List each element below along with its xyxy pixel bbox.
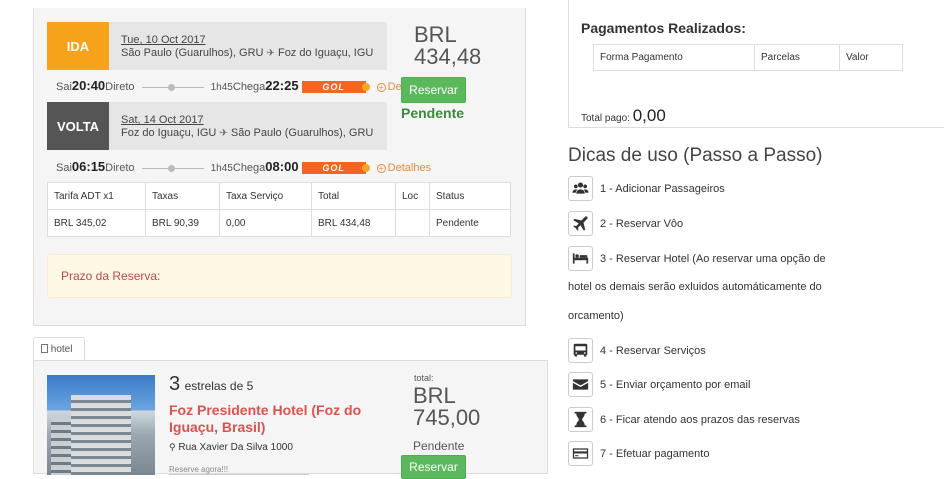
hotel-reserve-button[interactable]: Reservar xyxy=(401,455,466,479)
hotel-price-value: 745,00 xyxy=(413,405,481,430)
tab-hotel[interactable]: hotel xyxy=(33,337,85,361)
envelope-icon xyxy=(568,372,593,397)
gol-logo: GOL xyxy=(301,162,370,175)
tip-3-cont-2: orcamento) xyxy=(568,310,624,322)
col-status: Status xyxy=(429,182,511,210)
fare-table-header: Tarifa ADT x1 Taxas Taxa Serviço Total L… xyxy=(47,182,511,210)
outbound-to: Foz do Iguaçu, IGU xyxy=(277,47,374,59)
cell-tarifa: BRL 345,02 xyxy=(47,209,146,237)
stars-text: estrelas de 5 xyxy=(184,379,254,393)
hotel-name[interactable]: Foz Presidente Hotel (Foz do Iguaçu, Bra… xyxy=(169,402,374,436)
depart-time: 06:15 xyxy=(71,159,106,174)
plane-icon xyxy=(568,211,593,236)
duration: 1h45 xyxy=(210,163,233,174)
col-total: Total xyxy=(311,182,396,210)
bed-icon xyxy=(568,246,593,271)
outbound-times: Sai20:40Direto 1h45Chega22:25 GOL +Detal… xyxy=(56,78,431,94)
table-row: BRL 345,02 BRL 90,39 0,00 BRL 434,48 Pen… xyxy=(47,209,511,237)
tip-3-cont-1: hotel os demais serão exluidos automátic… xyxy=(568,281,822,293)
tips-title: Dicas de uso (Passo a Passo) xyxy=(568,145,823,166)
hotel-photo[interactable] xyxy=(47,375,155,475)
payments-total: Total pago: 0,00 xyxy=(581,106,666,126)
cell-taxas: BRL 90,39 xyxy=(145,209,220,237)
inbound-route: Foz do Iguaçu, IGU ✈ São Paulo (Guarulho… xyxy=(121,127,373,139)
bus-icon xyxy=(568,338,593,363)
prazo-alert: Prazo da Reserva: xyxy=(47,254,512,298)
flight-price-value: 434,48 xyxy=(414,44,482,69)
plane-arrow-icon: ✈ xyxy=(219,128,228,139)
col-loc: Loc xyxy=(395,182,430,210)
flight-reserve-button[interactable]: Reservar xyxy=(401,77,466,103)
users-icon xyxy=(568,176,593,201)
plus-circle-icon: + xyxy=(376,82,386,92)
outbound-from: São Paulo (Guarulhos), GRU xyxy=(121,47,264,59)
flight-type: Direto xyxy=(105,81,135,93)
fare-table: Tarifa ADT x1 Taxas Taxa Serviço Total L… xyxy=(47,182,511,237)
outbound-route: São Paulo (Guarulhos), GRU ✈ Foz do Igua… xyxy=(121,47,373,59)
plane-arrow-icon: ✈ xyxy=(266,48,275,59)
inbound-details-link[interactable]: + Detalhes xyxy=(376,162,431,174)
flight-type: Direto xyxy=(105,162,135,174)
document-icon xyxy=(41,344,48,353)
tip-4: 4 - Reservar Serviços xyxy=(600,345,706,357)
flight-status: Pendente xyxy=(401,105,465,121)
tip-2: 2 - Reservar Vôo xyxy=(600,218,684,230)
map-marker-icon: ⚲ xyxy=(169,442,176,452)
timeline-icon xyxy=(141,164,204,173)
outbound-tag: IDA xyxy=(47,22,109,70)
arrive-time: 08:00 xyxy=(265,159,299,174)
total-pago-value: 0,00 xyxy=(632,106,666,125)
gol-logo: GOL xyxy=(301,81,370,94)
inbound-leg: VOLTA Sat, 14 Oct 2017 Foz do Iguaçu, IG… xyxy=(47,102,387,150)
flight-panel: IDA Tue, 10 Oct 2017 São Paulo (Guarulho… xyxy=(33,8,526,326)
tip-5: 5 - Enviar orçamento por email xyxy=(600,379,751,391)
arrive-label: Chega xyxy=(232,162,266,174)
inbound-date[interactable]: Sat, 14 Oct 2017 xyxy=(121,114,204,126)
tip-1: 1 - Adicionar Passageiros xyxy=(600,183,725,195)
arrive-label: Chega xyxy=(232,81,266,93)
hourglass-icon xyxy=(568,407,593,432)
inbound-times: Sai06:15Direto 1h45Chega08:00 GOL + Detal… xyxy=(56,159,431,175)
tip-6: 6 - Ficar atendo aos prazos das reservas xyxy=(600,414,800,426)
hotel-total-label: total: xyxy=(414,373,434,383)
col-taxa-servico: Taxa Serviço xyxy=(219,182,312,210)
cell-total: BRL 434,48 xyxy=(311,209,396,237)
stars-count: 3 xyxy=(169,373,181,395)
cell-status: Pendente xyxy=(429,209,511,237)
col-tarifa: Tarifa ADT x1 xyxy=(47,182,146,210)
payments-title: Pagamentos Realizados: xyxy=(581,20,746,36)
cell-taxa-servico: 0,00 xyxy=(219,209,312,237)
timeline-icon xyxy=(141,83,204,92)
credit-card-icon xyxy=(568,441,593,466)
col-forma-pagamento: Forma Pagamento xyxy=(593,44,755,71)
total-pago-label: Total pago: xyxy=(581,113,630,124)
inbound-tag: VOLTA xyxy=(47,102,109,150)
depart-time: 20:40 xyxy=(71,78,106,93)
plus-circle-icon: + xyxy=(376,163,386,173)
tip-3: 3 - Reservar Hotel (Ao reservar uma opçã… xyxy=(600,253,826,265)
payments-table-header: Forma Pagamento Parcelas Valor xyxy=(593,44,903,71)
col-taxas: Taxas xyxy=(145,182,220,210)
tip-7: 7 - Efetuar pagamento xyxy=(600,448,710,460)
depart-label: Sai xyxy=(56,162,72,174)
col-valor: Valor xyxy=(839,44,903,71)
tab-hotel-label: hotel xyxy=(50,344,73,355)
arrive-time: 22:25 xyxy=(265,78,299,93)
hotel-panel: 3 estrelas de 5 Foz Presidente Hotel (Fo… xyxy=(33,360,548,479)
depart-label: Sai xyxy=(56,81,72,93)
hotel-stars: 3 estrelas de 5 xyxy=(169,373,253,396)
duration: 1h45 xyxy=(210,82,233,93)
cell-loc xyxy=(395,209,430,237)
payments-table: Forma Pagamento Parcelas Valor xyxy=(593,44,903,71)
hotel-status: Pendente xyxy=(413,439,465,453)
inbound-from: Foz do Iguaçu, IGU xyxy=(121,127,217,139)
col-parcelas: Parcelas xyxy=(754,44,840,71)
payments-panel: Pagamentos Realizados: Forma Pagamento P… xyxy=(568,0,944,128)
hotel-address: ⚲ Rua Xavier Da Silva 1000 xyxy=(169,442,293,453)
outbound-leg: IDA Tue, 10 Oct 2017 São Paulo (Guarulho… xyxy=(47,22,387,70)
outbound-date[interactable]: Tue, 10 Oct 2017 xyxy=(121,34,206,46)
inbound-to: São Paulo (Guarulhos), GRU xyxy=(230,127,374,139)
